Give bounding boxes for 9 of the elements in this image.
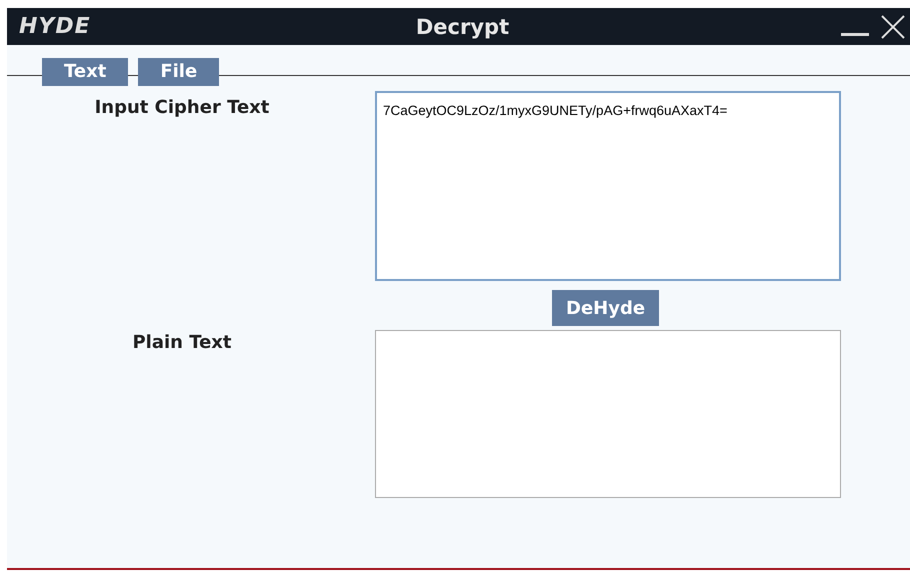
- dehyde-button[interactable]: DeHyde: [552, 290, 660, 326]
- tab[interactable]: Text: [42, 58, 128, 86]
- field-label: Input Cipher Text: [94, 96, 270, 120]
- text-area[interactable]: 7CaGeytOC9LzOz/1myxG9UNETy/pAG+frwq6uAXaxT4=: [375, 91, 841, 281]
- tab[interactable]: File: [138, 58, 220, 86]
- window-title: Decrypt: [414, 14, 510, 38]
- field-label: Plain Text: [131, 331, 233, 355]
- logo: HYDE: [19, 14, 92, 39]
- close-icon[interactable]: [880, 14, 906, 40]
